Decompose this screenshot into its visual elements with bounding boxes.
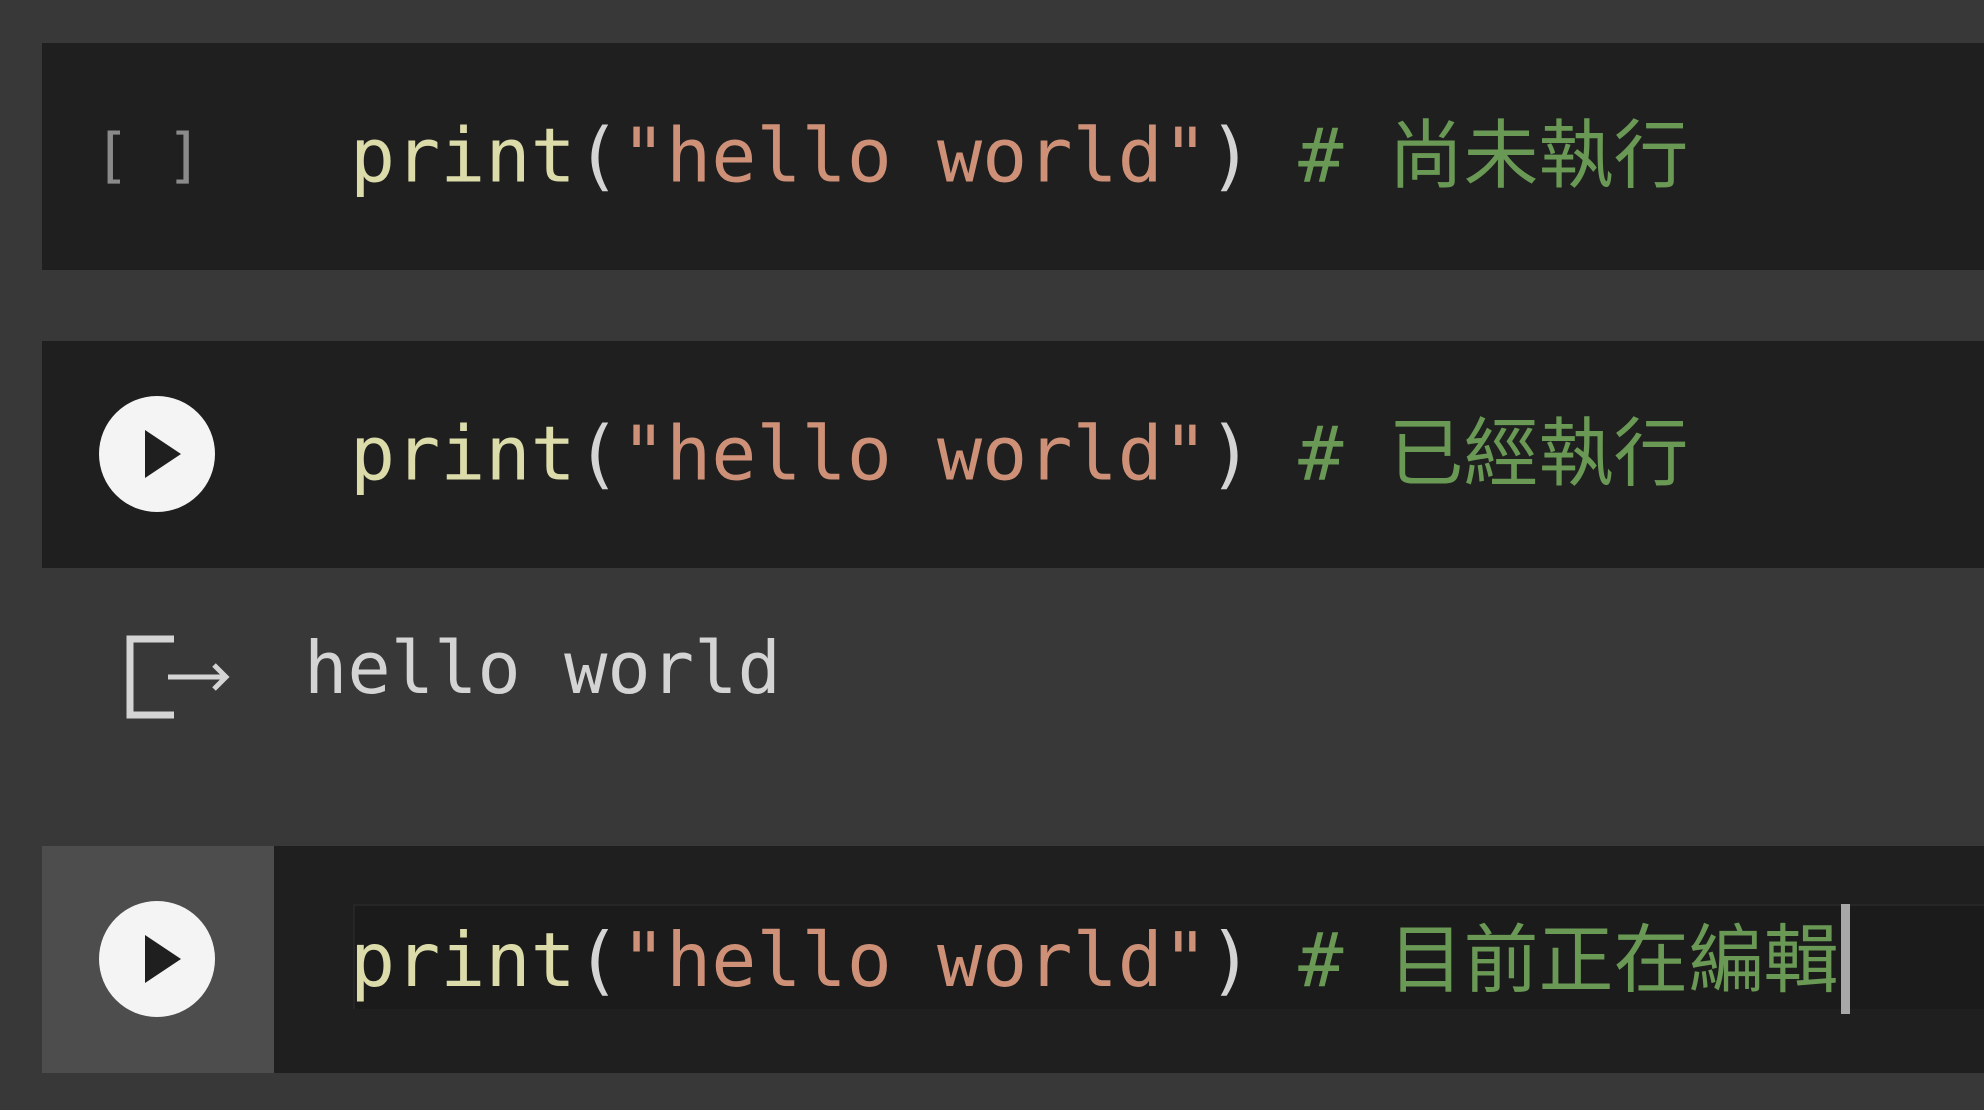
code-open-paren: ( [575,409,621,498]
code-close-paren: ) [1207,916,1254,1004]
code-close-paren: ) [1207,111,1254,200]
text-cursor [1840,904,1850,1014]
play-icon [145,430,181,478]
cell-output: hello world [42,568,1984,788]
code-comment: # 已經執行 [1253,409,1689,498]
code-cell-executed[interactable]: print("hello world") # 已經執行 [42,341,1984,568]
code-string: "hello world" [620,409,1208,498]
notebook-page: [ ] print("hello world") # 尚未執行 print("h… [0,0,1984,1110]
code-cell-not-run[interactable]: [ ] print("hello world") # 尚未執行 [42,43,1984,270]
execution-count: [ ] [94,121,203,191]
output-text: hello world [304,626,781,710]
cell-gutter: [ ] [42,43,274,270]
code-open-paren: ( [575,916,621,1004]
code-string: "hello world" [620,916,1208,1004]
code-close-paren: ) [1207,409,1254,498]
code-line[interactable]: print("hello world") # 目前正在編輯 [350,904,1850,1014]
code-open-paren: ( [575,111,621,200]
code-function: print [350,111,576,200]
code-comment: # 目前正在編輯 [1253,916,1839,1004]
code-string: "hello world" [620,111,1208,200]
code-comment: # 尚未執行 [1253,111,1689,200]
code-function: print [350,916,576,1004]
cell-gutter-active [42,846,274,1073]
run-cell-button[interactable] [99,396,215,512]
cell-gutter [42,341,274,568]
play-icon [145,935,181,983]
code-line[interactable]: print("hello world") # 尚未執行 [350,118,1689,194]
output-arrow-icon [126,635,230,719]
code-cell-editing[interactable]: print("hello world") # 目前正在編輯 [42,846,1984,1073]
run-cell-button[interactable] [99,901,215,1017]
code-line[interactable]: print("hello world") # 已經執行 [350,416,1689,492]
code-function: print [350,409,576,498]
